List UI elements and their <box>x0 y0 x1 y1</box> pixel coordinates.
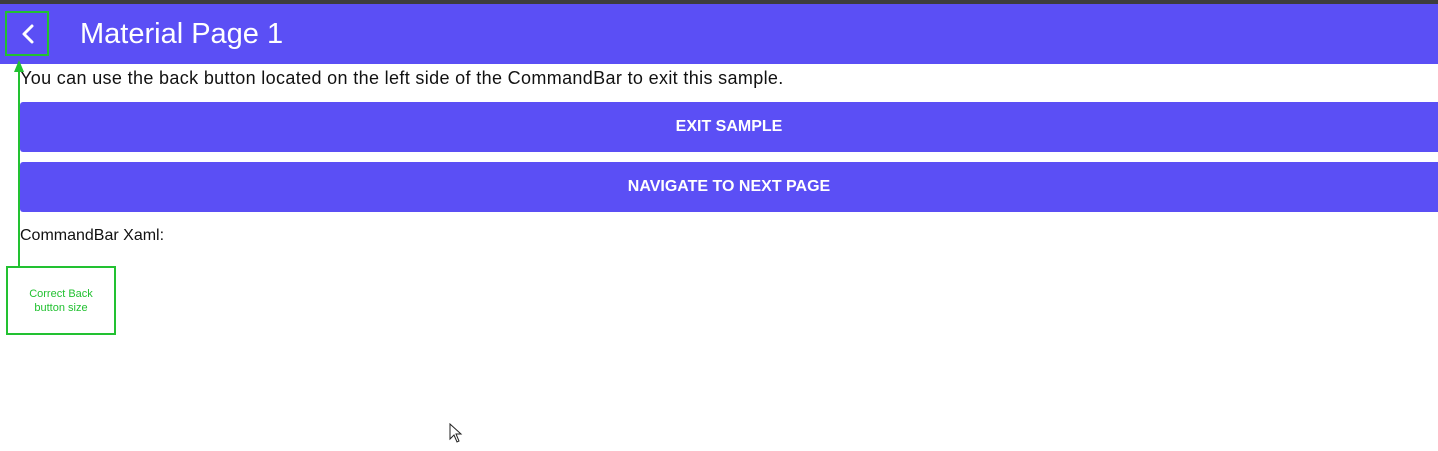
exit-sample-button[interactable]: EXIT SAMPLE <box>20 102 1438 152</box>
back-button[interactable] <box>6 12 50 56</box>
mouse-cursor-icon <box>449 423 463 443</box>
commandbar-xaml-label: CommandBar Xaml: <box>20 227 165 244</box>
command-bar: Material Page 1 <box>0 4 1438 64</box>
page: Material Page 1 You can use the back but… <box>0 0 1438 451</box>
description-text: You can use the back button located on t… <box>20 68 784 88</box>
page-title: Material Page 1 <box>80 18 284 50</box>
annotation-callout: Correct Back button size <box>6 266 116 335</box>
annotation-text: Correct Back button size <box>29 287 93 314</box>
navigate-next-page-button[interactable]: NAVIGATE TO NEXT PAGE <box>20 162 1438 212</box>
chevron-left-icon <box>22 24 34 44</box>
